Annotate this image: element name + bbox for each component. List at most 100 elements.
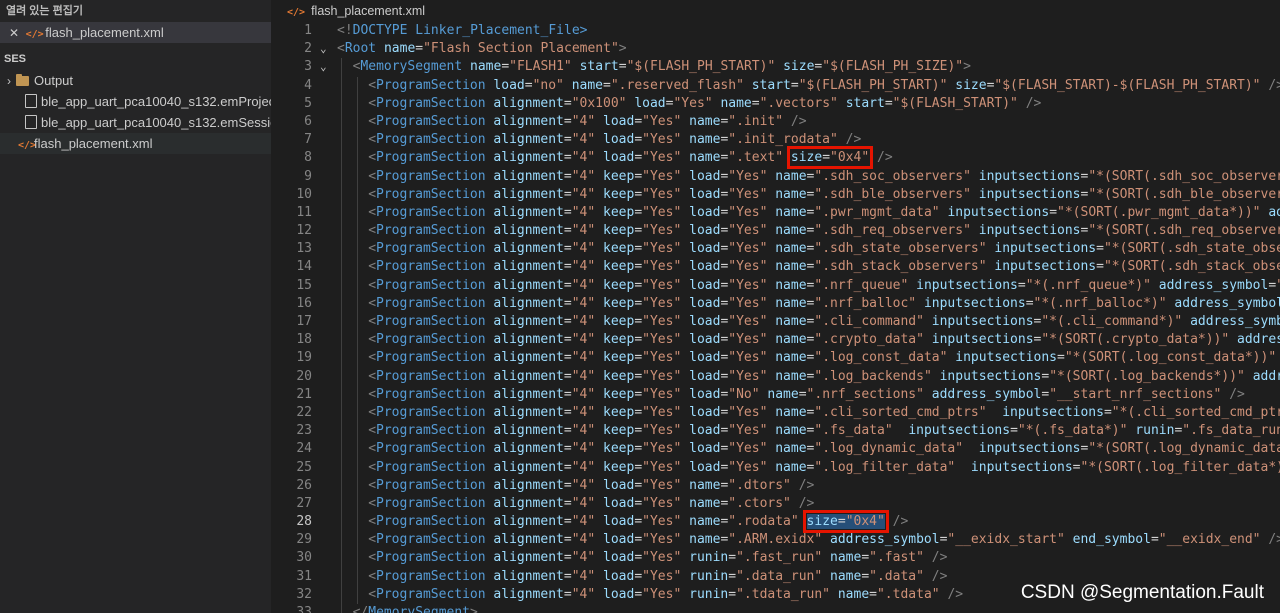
code-line[interactable]: 15 <ProgramSection alignment="4" keep="Ye… [271,276,1280,295]
open-editors-header[interactable]: 열려 있는 편집기 [0,0,271,22]
open-editor-item[interactable]: ✕ </> flash_placement.xml [0,22,271,43]
indent-guide [341,131,342,150]
line-number: 20 [296,368,312,384]
line-number: 12 [296,223,312,239]
chevron-right-icon[interactable]: › [2,71,16,92]
indent-guide [356,276,358,295]
code-text: <ProgramSection alignment="4" keep="Yes"… [368,404,1280,420]
code-line[interactable]: 29 <ProgramSection alignment="4" load="Ye… [271,531,1280,550]
code-line[interactable]: 3 ⌄ <MemorySegment name="FLASH1" start="$(… [271,58,1280,77]
code-line[interactable]: 17 <ProgramSection alignment="4" keep="Ye… [271,313,1280,332]
code-line[interactable]: 21 <ProgramSection alignment="4" keep="Ye… [271,385,1280,404]
code-line[interactable]: 33 </MemorySegment> [271,604,1280,613]
file-icon [25,94,37,108]
indent-guide [356,294,358,313]
indent-guide [341,476,342,495]
code-line[interactable]: 14 <ProgramSection alignment="4" keep="Ye… [271,258,1280,277]
code-lines[interactable]: 1 <!DOCTYPE Linker_Placement_File> 2 ⌄ <Root… [271,22,1280,613]
indent-guide [356,167,358,186]
code-text: <ProgramSection alignment="4" keep="Yes"… [368,459,1280,475]
watermark: CSDN @Segmentation.Fault [1020,582,1264,603]
line-number: 18 [296,332,312,348]
code-line[interactable]: 5 <ProgramSection alignment="0x100" load=… [271,94,1280,113]
line-number: 19 [296,350,312,366]
indent-guide [341,203,342,223]
code-line[interactable]: 28 <ProgramSection alignment="4" load="Ye… [271,510,1280,534]
code-text: <ProgramSection alignment="4" load="Yes"… [368,510,909,534]
close-icon[interactable]: ✕ [6,23,22,44]
line-number: 15 [296,277,312,293]
code-line[interactable]: 24 <ProgramSection alignment="4" keep="Ye… [271,440,1280,459]
indent-guide [356,385,358,404]
tree-item[interactable]: </>flash_placement.xml [0,133,271,154]
code-line[interactable]: 18 <ProgramSection alignment="4" keep="Ye… [271,331,1280,350]
code-line[interactable]: 6 <ProgramSection alignment="4" load="Yes… [271,112,1280,132]
code-line[interactable]: 16 <ProgramSection alignment="4" keep="Ye… [271,294,1280,313]
code-line[interactable]: 1 <!DOCTYPE Linker_Placement_File> [271,22,1280,40]
code-line[interactable]: 10 <ProgramSection alignment="4" keep="Ye… [271,185,1280,204]
line-number: 31 [296,568,312,584]
xml-file-icon: </> [25,29,44,40]
code-text: <ProgramSection alignment="4" load="Yes"… [368,495,815,511]
code-text: <ProgramSection alignment="4" load="Yes"… [368,532,1280,548]
code-editor[interactable]: </> flash_placement.xml 1 <!DOCTYPE Linker… [271,0,1280,613]
code-line[interactable]: 19 <ProgramSection alignment="4" keep="Ye… [271,349,1280,368]
breadcrumb-file[interactable]: flash_placement.xml [311,4,425,18]
folder-icon [16,74,29,86]
code-text: <ProgramSection alignment="4" keep="Yes"… [368,332,1280,348]
indent-guide [341,331,342,350]
code-text: <ProgramSection alignment="4" keep="Yes"… [368,386,1245,402]
code-text: <ProgramSection alignment="4" keep="Yes"… [368,423,1280,439]
indent-guide [341,149,342,168]
line-number: 9 [304,168,312,184]
code-text: <ProgramSection alignment="4" load="Yes"… [368,477,815,493]
indent-guide [341,58,342,77]
size-highlight: size="0x4" [802,510,889,534]
code-line[interactable]: 2 ⌄ <Root name="Flash Section Placement"> [271,40,1280,58]
indent-guide [341,185,342,204]
indent-guide [341,531,342,550]
code-line[interactable]: 11 <ProgramSection alignment="4" keep="Ye… [271,203,1280,223]
code-line[interactable]: 25 <ProgramSection alignment="4" keep="Ye… [271,458,1280,477]
code-line[interactable]: 26 <ProgramSection alignment="4" load="Ye… [271,476,1280,495]
code-line[interactable]: 12 <ProgramSection alignment="4" keep="Ye… [271,222,1280,241]
indent-guide [356,494,358,514]
code-line[interactable]: 22 <ProgramSection alignment="4" keep="Ye… [271,403,1280,423]
code-line[interactable]: 30 <ProgramSection alignment="4" load="Ye… [271,549,1280,568]
fold-chevron-icon[interactable]: ⌄ [320,58,327,76]
project-header[interactable]: SES [0,48,271,70]
code-line[interactable]: 13 <ProgramSection alignment="4" keep="Ye… [271,240,1280,259]
tree-item[interactable]: ble_app_uart_pca10040_s132.emProject [0,91,279,112]
code-text: <ProgramSection alignment="4" keep="Yes"… [368,186,1280,202]
indent-guide [341,112,342,132]
code-text: <ProgramSection alignment="4" load="Yes"… [368,568,948,584]
line-number: 17 [296,314,312,329]
breadcrumb[interactable]: </> flash_placement.xml [271,0,1280,22]
tree-item[interactable]: › Output [0,70,271,91]
code-line[interactable]: 9 <ProgramSection alignment="4" keep="Yes… [271,167,1280,186]
code-line[interactable]: 20 <ProgramSection alignment="4" keep="Ye… [271,367,1280,386]
indent-guide [341,367,342,386]
code-line[interactable]: 4 <ProgramSection load="no" name=".reserv… [271,76,1280,95]
indent-guide [341,258,342,277]
code-line[interactable]: 27 <ProgramSection alignment="4" load="Ye… [271,494,1280,514]
indent-guide [356,76,358,95]
code-line[interactable]: 23 <ProgramSection alignment="4" keep="Ye… [271,422,1280,441]
code-text: <ProgramSection load="no" name=".reserve… [368,77,1280,93]
code-line[interactable]: 8 <ProgramSection alignment="4" load="Yes… [271,146,1280,170]
indent-guide [341,349,342,368]
indent-guide [341,440,342,459]
indent-guide [341,276,342,295]
tree-item[interactable]: ble_app_uart_pca10040_s132.emSession [0,112,285,133]
indent-guide [341,604,342,613]
code-line[interactable]: 7 <ProgramSection alignment="4" load="Yes… [271,131,1280,150]
indent-guide [356,203,358,223]
indent-guide [341,494,342,514]
line-number: 14 [296,259,312,275]
indent-guide [341,294,342,313]
fold-chevron-icon[interactable]: ⌄ [320,40,327,58]
indent-guide [356,185,358,204]
line-number: 10 [296,186,312,202]
line-number: 24 [296,441,312,457]
line-number: 13 [296,241,312,257]
